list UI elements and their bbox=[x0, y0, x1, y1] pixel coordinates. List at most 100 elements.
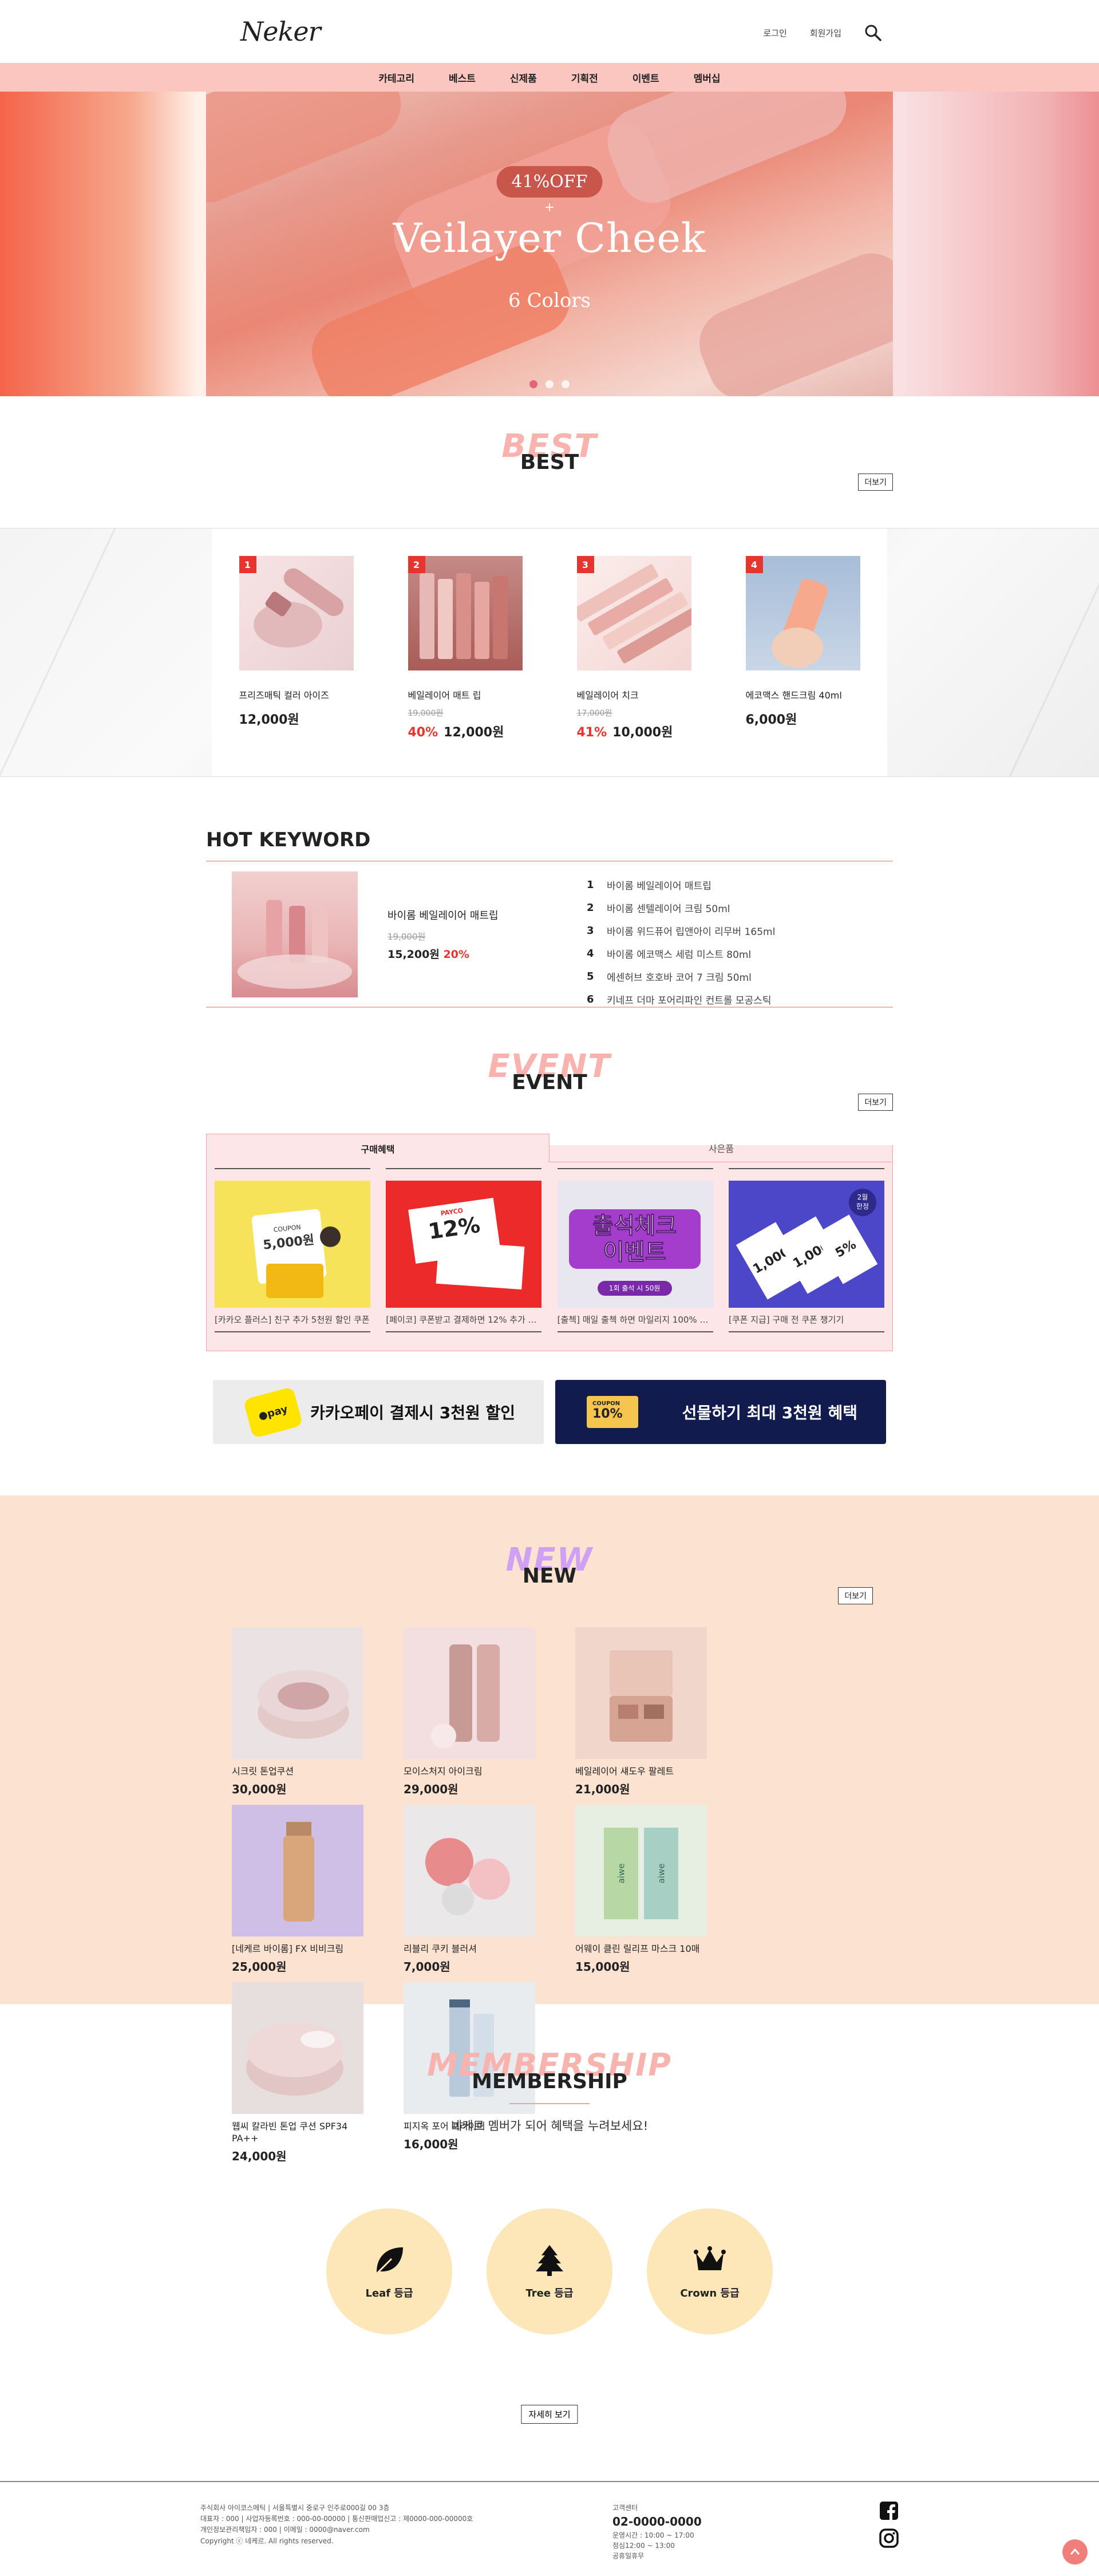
event-card[interactable]: COUPON 5,000원 [카카오 플러스] 친구 추가 5천원 할인 쿠폰 bbox=[215, 1168, 370, 1351]
keyword-item[interactable]: 6 키네프 더마 포어리파인 컨트롤 모공스틱 bbox=[587, 988, 775, 1011]
event-caption[interactable]: [쿠폰 지급] 구매 전 쿠폰 챙기기 bbox=[728, 1313, 884, 1332]
product-illustration bbox=[573, 564, 702, 664]
keyword-item[interactable]: 1 바이롬 베일레이어 매트립 bbox=[587, 873, 775, 896]
event-caption[interactable]: [출첵] 매일 출첵 하면 마일리지 100% 적립 bbox=[557, 1313, 713, 1332]
nav-item-category[interactable]: 카테고리 bbox=[378, 70, 414, 85]
login-link[interactable]: 로그인 bbox=[763, 27, 786, 39]
kakaopay-banner[interactable]: ●pay 카카오페이 결제시 3천원 할인 bbox=[213, 1380, 544, 1444]
keyword-item[interactable]: 5 에센허브 호호바 코어 7 크림 50ml bbox=[587, 965, 775, 988]
product-illustration bbox=[771, 578, 828, 668]
header: Neker 로그인 회원가입 bbox=[0, 0, 1099, 63]
event-caption[interactable]: [카카오 플러스] 친구 추가 5천원 할인 쿠폰 bbox=[215, 1313, 370, 1332]
gift-banner-text: 선물하기 최대 3천원 혜택 bbox=[682, 1403, 857, 1422]
product-image[interactable]: 4 bbox=[745, 556, 860, 670]
event-card[interactable]: 출석체크 이벤트 1회 출석 시 50원 [출첵] 매일 출첵 하면 마일리지 1… bbox=[557, 1168, 713, 1351]
event-caption[interactable]: [페이코] 쿠폰받고 결제하면 12% 추가 할인 bbox=[386, 1313, 542, 1332]
membership-detail-button[interactable]: 자세히 보기 bbox=[521, 2405, 578, 2424]
facebook-icon[interactable] bbox=[879, 2500, 899, 2521]
best-item[interactable]: 3 베일레이어 치크 17,000원 41% 10,000원 bbox=[573, 556, 702, 776]
product-image[interactable]: 1 bbox=[239, 556, 354, 670]
search-icon[interactable] bbox=[864, 24, 881, 41]
event-image[interactable]: 1,000 1,000 5% 2월 한정 bbox=[728, 1181, 884, 1308]
mask-package: aiwe bbox=[644, 1828, 678, 1919]
grade-tree[interactable]: Tree 등급 bbox=[487, 2208, 612, 2334]
grade-crown[interactable]: Crown 등급 bbox=[647, 2208, 773, 2334]
product-name[interactable]: 어웨이 클린 릴리프 마스크 10매 bbox=[575, 1943, 707, 1955]
hot-product-name[interactable]: 바이롬 베일레이어 매트립 bbox=[388, 908, 499, 922]
hot-keyword-product[interactable]: 바이롬 베일레이어 매트립 19,000원 15,200원 20% bbox=[206, 862, 587, 1007]
event-image[interactable]: COUPON 5,000원 bbox=[215, 1181, 370, 1308]
new-product-item[interactable]: aiwe aiwe 어웨이 클린 릴리프 마스크 10매 15,000원 bbox=[575, 1805, 707, 1982]
new-product-item[interactable]: 모이스처지 아이크림 29,000원 bbox=[404, 1627, 535, 1805]
logo[interactable]: Neker bbox=[240, 16, 321, 47]
gift-banner[interactable]: COUPON 10% 선물하기 최대 3천원 혜택 bbox=[555, 1380, 886, 1444]
hero-slide[interactable]: 41%OFF + Veilayer Cheek 6 Colors bbox=[206, 92, 893, 396]
nav-item-membership[interactable]: 멤버십 bbox=[694, 70, 721, 85]
product-name[interactable]: 프리즈매틱 컬러 아이즈 bbox=[239, 688, 354, 701]
hero-dot[interactable] bbox=[562, 380, 570, 388]
nav-item-exhibition[interactable]: 기획전 bbox=[571, 70, 598, 85]
best-item[interactable]: 2 베일레이어 매트 립 19,000원 40% 12,000원 bbox=[408, 556, 523, 776]
keyword-item[interactable]: 4 바이롬 에코맥스 세럼 미스트 80ml bbox=[587, 942, 775, 965]
scroll-top-button[interactable] bbox=[1062, 2539, 1088, 2565]
product-image[interactable] bbox=[404, 1627, 535, 1759]
keyword-item[interactable]: 3 바이롬 위드퓨어 립앤아이 리무버 165ml bbox=[587, 919, 775, 942]
hero-dot[interactable] bbox=[529, 380, 537, 388]
product-image[interactable] bbox=[575, 1627, 707, 1759]
new-product-item[interactable]: 베일레이어 섀도우 팔레트 21,000원 bbox=[575, 1627, 707, 1805]
product-name[interactable]: 베일레이어 섀도우 팔레트 bbox=[575, 1766, 707, 1778]
best-item[interactable]: 1 프리즈매틱 컬러 아이즈 12,000원 bbox=[239, 556, 354, 776]
product-image[interactable] bbox=[232, 1627, 363, 1759]
best-list: 1 프리즈매틱 컬러 아이즈 12,000원 2 베일레이어 매트 립 19,0… bbox=[212, 528, 887, 776]
tab-gift[interactable]: 사은품 bbox=[550, 1134, 893, 1162]
new-more-button[interactable]: 더보기 bbox=[838, 1587, 873, 1604]
product-image[interactable]: 2 bbox=[408, 556, 523, 670]
event-section: EVENT EVENT 더보기 구매혜택 사은품 COUPON 5,000원 [카… bbox=[206, 1008, 893, 1444]
product-image[interactable] bbox=[232, 1805, 363, 1936]
product-name[interactable]: 베일레이어 매트 립 bbox=[408, 688, 523, 701]
event-card[interactable]: PAYCO 12% [페이코] 쿠폰받고 결제하면 12% 추가 할인 bbox=[386, 1168, 542, 1351]
join-link[interactable]: 회원가입 bbox=[810, 27, 841, 39]
crown-icon bbox=[694, 2246, 726, 2270]
nav-item-best[interactable]: 베스트 bbox=[449, 70, 476, 85]
product-name[interactable]: [네케르 바이롬] FX 비비크림 bbox=[232, 1943, 363, 1955]
company-info-line: 주식회사 아이코스메틱 | 서울특별시 중로구 인주로000길 00 3층 bbox=[200, 2504, 390, 2512]
keyword-item[interactable]: 2 바이롬 센텔레이어 크림 50ml bbox=[587, 896, 775, 919]
tab-purchase-benefit[interactable]: 구매혜택 bbox=[206, 1134, 550, 1162]
footer: 주식회사 아이코스메틱 | 서울특별시 중로구 인주로000길 00 3층 대표… bbox=[0, 2481, 1099, 2576]
limited-badge-month: 2월 bbox=[857, 1193, 868, 1201]
best-item[interactable]: 4 에코맥스 핸드크림 40ml 6,000원 bbox=[745, 556, 860, 776]
event-more-button[interactable]: 더보기 bbox=[858, 1094, 893, 1111]
product-name[interactable]: 시크릿 톤업쿠션 bbox=[232, 1766, 363, 1778]
new-product-item[interactable]: [네케르 바이롬] FX 비비크림 25,000원 bbox=[232, 1805, 363, 1982]
product-image[interactable]: 3 bbox=[573, 556, 702, 670]
nav-item-new[interactable]: 신제품 bbox=[510, 70, 537, 85]
product-name[interactable]: 리블리 쿠키 블러셔 bbox=[404, 1943, 535, 1955]
event-image[interactable]: PAYCO 12% bbox=[386, 1181, 542, 1308]
event-card[interactable]: 1,000 1,000 5% 2월 한정 [쿠폰 지급] 구매 전 쿠폰 챙기기 bbox=[728, 1168, 884, 1351]
grade-leaf[interactable]: Leaf 등급 bbox=[326, 2208, 452, 2334]
rank-badge: 3 bbox=[576, 556, 594, 573]
customer-center-tel[interactable]: 02-0000-0000 bbox=[612, 2513, 702, 2530]
product-name[interactable]: 모이스처지 아이크림 bbox=[404, 1766, 535, 1778]
best-more-button[interactable]: 더보기 bbox=[858, 474, 893, 491]
event-image[interactable]: 출석체크 이벤트 1회 출석 시 50원 bbox=[557, 1181, 713, 1308]
hot-product-image[interactable] bbox=[232, 871, 358, 997]
product-price-value: 12,000원 bbox=[239, 713, 299, 727]
limited-badge: 2월 한정 bbox=[848, 1189, 876, 1216]
hero-dot[interactable] bbox=[545, 380, 554, 388]
discount-rate: 40% bbox=[408, 725, 438, 740]
hot-product-discount: 20% bbox=[443, 948, 469, 961]
new-product-item[interactable]: 리블리 쿠키 블러셔 7,000원 bbox=[404, 1805, 535, 1982]
product-name[interactable]: 베일레이어 치크 bbox=[577, 688, 691, 701]
product-image[interactable] bbox=[404, 1805, 535, 1936]
new-product-item[interactable]: 시크릿 톤업쿠션 30,000원 bbox=[232, 1627, 363, 1805]
hero-carousel[interactable]: 41%OFF + Veilayer Cheek 6 Colors bbox=[0, 92, 1099, 396]
product-name[interactable]: 에코맥스 핸드크림 40ml bbox=[746, 688, 860, 701]
discount-rate: 41% bbox=[576, 725, 607, 740]
product-illustration bbox=[258, 1670, 349, 1739]
nav-item-event[interactable]: 이벤트 bbox=[632, 70, 659, 85]
new-title: NEW bbox=[522, 1564, 577, 1588]
product-image[interactable]: aiwe aiwe bbox=[575, 1805, 707, 1936]
instagram-icon[interactable] bbox=[879, 2528, 899, 2549]
